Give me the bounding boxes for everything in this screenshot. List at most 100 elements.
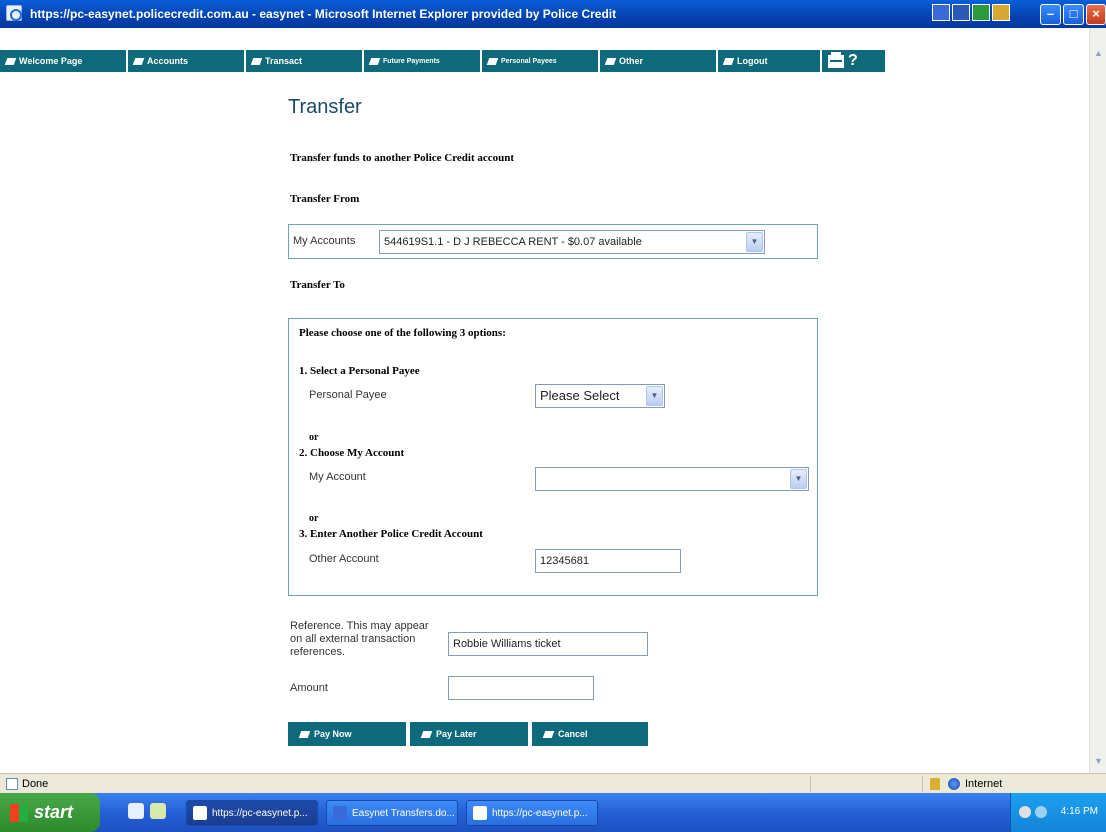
start-label: start (34, 802, 74, 822)
nav-bullet-icon (250, 57, 263, 65)
option-2-title: 2. Choose My Account (299, 447, 405, 459)
nav-label: Future Payments (383, 57, 440, 65)
word-icon (333, 806, 347, 820)
close-button[interactable]: × (1086, 4, 1106, 25)
nav-label: Accounts (147, 56, 189, 66)
help-icon[interactable]: ? (848, 52, 858, 70)
scroll-down-icon[interactable]: ▼ (1093, 756, 1104, 767)
nav-logout[interactable]: Logout (718, 50, 822, 72)
page-content: Transfer Transfer funds to another Polic… (0, 72, 1088, 772)
app-icon (992, 4, 1010, 21)
button-bullet-icon (420, 730, 433, 738)
transfer-to-heading: Transfer To (290, 279, 345, 291)
window-title: https://pc-easynet.policecredit.com.au -… (30, 7, 617, 21)
ie-quicklaunch-icon[interactable] (128, 803, 144, 819)
nav-bullet-icon (4, 57, 17, 65)
transfer-to-box: Please choose one of the following 3 opt… (288, 318, 818, 596)
taskbar-item[interactable]: https://pc-easynet.p... (186, 800, 318, 826)
nav-bullet-icon (368, 57, 381, 65)
windows-taskbar: start https://pc-easynet.p... Easynet Tr… (0, 793, 1106, 832)
print-icon[interactable] (828, 51, 844, 68)
nav-accounts[interactable]: Accounts (128, 50, 246, 72)
chevron-down-icon[interactable]: ▼ (790, 469, 807, 489)
desktop-quicklaunch-icon[interactable] (150, 803, 166, 819)
pay-now-label: Pay Now (314, 729, 352, 739)
nav-label: Personal Payees (501, 57, 557, 65)
scroll-up-icon[interactable]: ▲ (1093, 48, 1104, 59)
transfer-from-box: My Accounts 544619S1.1 - D J REBECCA REN… (288, 224, 818, 259)
taskbar-item-label: https://pc-easynet.p... (212, 807, 308, 819)
cancel-button[interactable]: Cancel (532, 722, 648, 746)
nav-label: Other (619, 56, 644, 66)
status-divider (810, 776, 811, 792)
nav-bullet-icon (132, 57, 145, 65)
nav-transact[interactable]: Transact (246, 50, 364, 72)
from-account-select[interactable]: 544619S1.1 - D J REBECCA RENT - $0.07 av… (379, 230, 765, 254)
cancel-label: Cancel (558, 729, 588, 739)
nav-label: Transact (265, 56, 303, 66)
ie-icon (473, 806, 487, 820)
maximize-button[interactable]: □ (1063, 4, 1084, 25)
nav-bullet-icon (486, 57, 499, 65)
titlebar-app-icons (932, 4, 1010, 21)
nav-personal-payees[interactable]: Personal Payees (482, 50, 600, 72)
nav-other[interactable]: Other (600, 50, 718, 72)
page-subtitle: Transfer funds to another Police Credit … (290, 152, 515, 164)
tray-icon[interactable] (1019, 806, 1031, 818)
nav-future-payments[interactable]: Future Payments (364, 50, 482, 72)
ie-icon (193, 806, 207, 820)
chevron-down-icon[interactable]: ▼ (746, 232, 763, 252)
amount-input[interactable] (448, 676, 594, 700)
internet-explorer-icon (6, 5, 22, 21)
status-divider (922, 776, 923, 792)
nav-label: Logout (737, 56, 768, 66)
status-text: Done (22, 778, 49, 790)
chevron-down-icon[interactable]: ▼ (646, 386, 663, 406)
lock-icon (930, 778, 940, 790)
volume-icon[interactable] (1035, 806, 1047, 818)
other-account-label: Other Account (309, 553, 379, 565)
amount-label: Amount (290, 682, 328, 694)
options-heading: Please choose one of the following 3 opt… (299, 327, 506, 339)
minimize-button[interactable]: – (1040, 4, 1061, 25)
clock: 4:16 PM (1060, 806, 1098, 817)
button-bullet-icon (298, 730, 311, 738)
personal-payee-label: Personal Payee (309, 389, 387, 401)
taskbar-item-label: https://pc-easynet.p... (492, 807, 588, 819)
option-3-title: 3. Enter Another Police Credit Account (299, 528, 483, 540)
pay-later-button[interactable]: Pay Later (410, 722, 528, 746)
nav-welcome-page[interactable]: Welcome Page (0, 50, 128, 72)
reference-label: Reference. This may appear on all extern… (290, 620, 429, 658)
personal-payee-value: Please Select (540, 388, 620, 403)
globe-icon (948, 778, 960, 790)
app-icon (932, 4, 950, 21)
transfer-from-heading: Transfer From (290, 193, 360, 205)
taskbar-item[interactable]: https://pc-easynet.p... (466, 800, 598, 826)
option-1-title: 1. Select a Personal Payee (299, 365, 420, 377)
excel-icon (972, 4, 990, 21)
nav-label: Welcome Page (19, 56, 83, 66)
taskbar-item[interactable]: Easynet Transfers.do... (326, 800, 458, 826)
nav-bullet-icon (604, 57, 617, 65)
reference-input[interactable]: Robbie Williams ticket (448, 632, 648, 656)
main-navigation: Welcome Page Accounts Transact Future Pa… (0, 50, 885, 72)
button-bullet-icon (542, 730, 555, 738)
personal-payee-select[interactable]: Please Select ▼ (535, 384, 665, 408)
or-separator: or (309, 432, 319, 443)
pay-later-label: Pay Later (436, 729, 477, 739)
word-icon (952, 4, 970, 21)
my-account-label: My Account (309, 471, 366, 483)
from-account-value: 544619S1.1 - D J REBECCA RENT - $0.07 av… (384, 236, 642, 248)
security-zone: Internet (965, 778, 1003, 790)
page-icon (6, 778, 18, 790)
my-accounts-label: My Accounts (293, 235, 356, 247)
start-button[interactable]: start (0, 793, 100, 832)
vertical-scrollbar[interactable]: ▲ ▼ (1089, 28, 1106, 773)
system-tray: 4:16 PM (1010, 793, 1106, 832)
other-account-input[interactable]: 12345681 (535, 549, 681, 573)
my-account-select[interactable]: ▼ (535, 467, 809, 491)
status-bar: Done Internet (0, 773, 1106, 793)
window-title-bar[interactable]: https://pc-easynet.policecredit.com.au -… (0, 0, 1106, 28)
pay-now-button[interactable]: Pay Now (288, 722, 406, 746)
nav-tools: ? (822, 50, 858, 72)
